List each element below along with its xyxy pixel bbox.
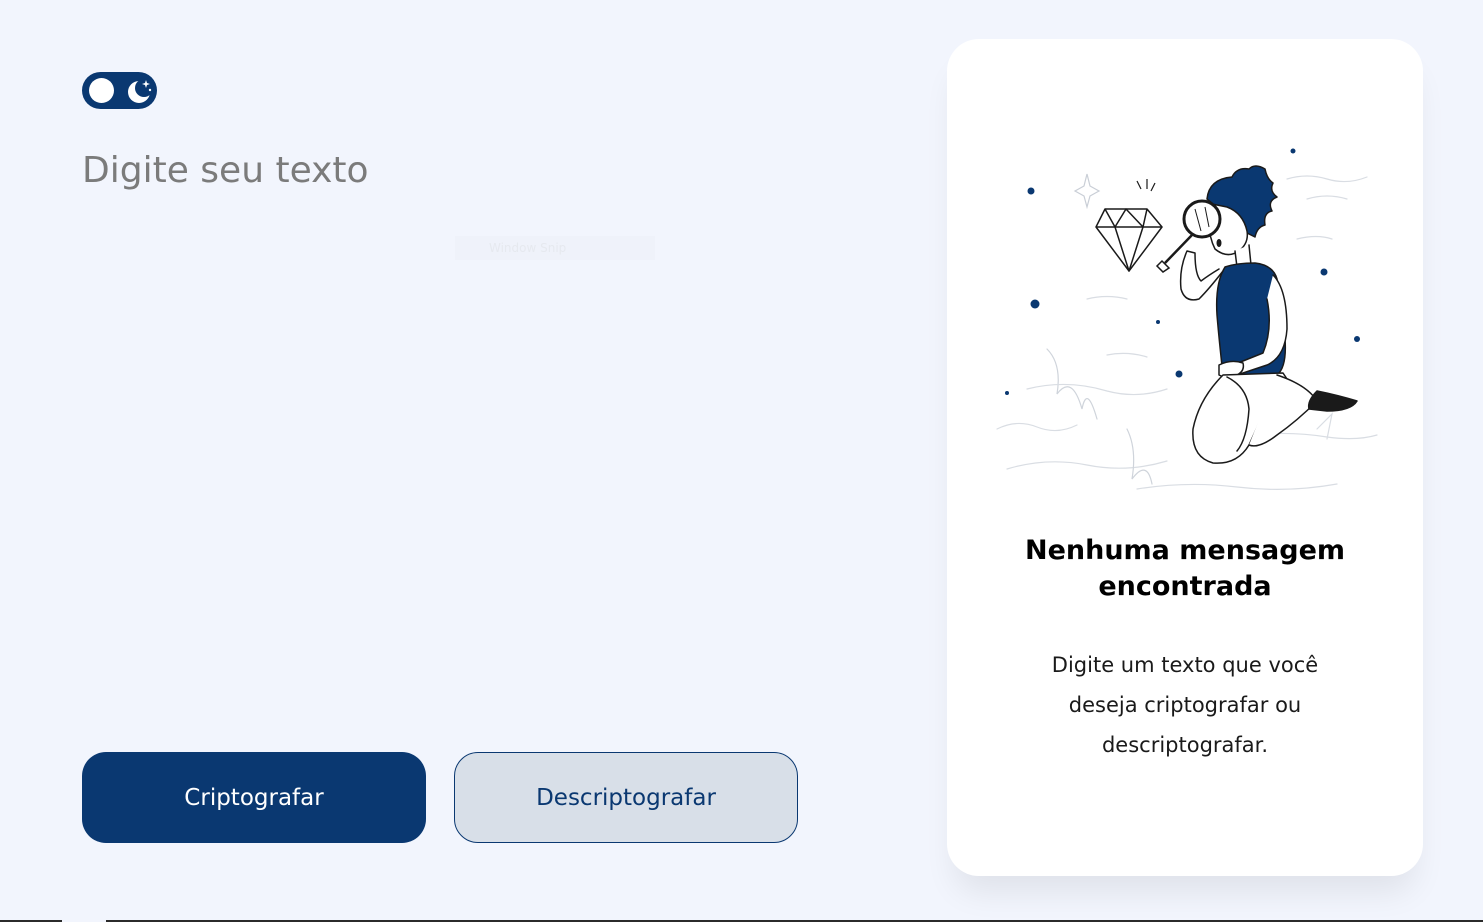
window-snip-overlay: Window Snip	[455, 236, 655, 260]
app-root: Window Snip Criptografar Descriptografar	[0, 0, 1483, 922]
toggle-knob	[89, 78, 114, 103]
person-searching-diamond-illustration	[996, 148, 1378, 490]
message-input[interactable]	[82, 140, 862, 710]
empty-state-message: Digite um texto que você deseja criptogr…	[1051, 653, 1319, 757]
decrypt-button[interactable]: Descriptografar	[454, 752, 798, 843]
encrypt-button[interactable]: Criptografar	[82, 752, 426, 843]
moon-stars-icon	[128, 79, 153, 103]
theme-toggle[interactable]	[82, 72, 157, 109]
empty-state-title: Nenhuma mensagem encontrada	[1024, 535, 1346, 602]
output-panel: Nenhuma mensagem encontrada Digite um te…	[947, 39, 1423, 876]
